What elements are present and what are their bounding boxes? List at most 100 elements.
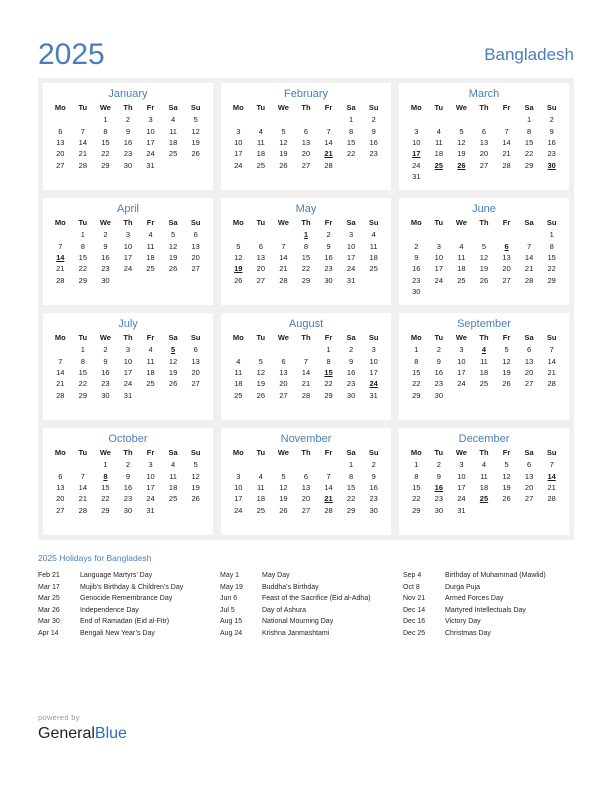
day-cell[interactable]: 8: [72, 240, 95, 251]
day-cell[interactable]: 27: [49, 160, 72, 171]
day-cell[interactable]: 4: [250, 125, 273, 136]
day-cell[interactable]: 2: [117, 114, 140, 125]
day-cell[interactable]: 1: [340, 114, 363, 125]
day-cell[interactable]: 10: [117, 355, 140, 366]
day-cell[interactable]: 22: [72, 378, 95, 389]
day-cell-holiday[interactable]: 21: [317, 148, 340, 159]
day-cell[interactable]: 30: [428, 390, 451, 401]
day-cell-holiday[interactable]: 21: [317, 493, 340, 504]
day-cell[interactable]: 28: [540, 378, 563, 389]
footer-logo[interactable]: powered by GeneralBlue: [38, 712, 127, 744]
day-cell[interactable]: 30: [340, 390, 363, 401]
day-cell[interactable]: 3: [117, 344, 140, 355]
day-cell[interactable]: 11: [428, 137, 451, 148]
day-cell[interactable]: 7: [72, 470, 95, 481]
day-cell[interactable]: 15: [405, 482, 428, 493]
day-cell[interactable]: 3: [227, 125, 250, 136]
day-cell[interactable]: 23: [117, 493, 140, 504]
day-cell-holiday[interactable]: 25: [473, 493, 496, 504]
day-cell[interactable]: 8: [72, 355, 95, 366]
day-cell[interactable]: 13: [518, 470, 541, 481]
day-cell-holiday[interactable]: 4: [473, 344, 496, 355]
day-cell[interactable]: 20: [49, 148, 72, 159]
day-cell[interactable]: 6: [295, 470, 318, 481]
day-cell[interactable]: 12: [473, 252, 496, 263]
day-cell[interactable]: 15: [518, 137, 541, 148]
day-cell[interactable]: 22: [94, 493, 117, 504]
day-cell[interactable]: 26: [184, 493, 207, 504]
day-cell[interactable]: 25: [139, 263, 162, 274]
day-cell[interactable]: 2: [94, 229, 117, 240]
day-cell[interactable]: 23: [428, 378, 451, 389]
day-cell[interactable]: 5: [473, 240, 496, 251]
day-cell[interactable]: 15: [340, 482, 363, 493]
day-cell[interactable]: 7: [518, 240, 541, 251]
day-cell[interactable]: 28: [49, 275, 72, 286]
day-cell[interactable]: 21: [72, 493, 95, 504]
day-cell[interactable]: 21: [72, 148, 95, 159]
day-cell[interactable]: 23: [94, 263, 117, 274]
day-cell[interactable]: 5: [184, 459, 207, 470]
day-cell[interactable]: 21: [49, 263, 72, 274]
day-cell[interactable]: 1: [518, 114, 541, 125]
day-cell[interactable]: 23: [340, 378, 363, 389]
day-cell[interactable]: 22: [540, 263, 563, 274]
day-cell[interactable]: 22: [405, 378, 428, 389]
day-cell[interactable]: 21: [518, 263, 541, 274]
day-cell[interactable]: 3: [227, 470, 250, 481]
day-cell[interactable]: 11: [227, 367, 250, 378]
day-cell[interactable]: 22: [295, 263, 318, 274]
day-cell[interactable]: 7: [540, 344, 563, 355]
day-cell[interactable]: 13: [49, 137, 72, 148]
day-cell[interactable]: 31: [139, 160, 162, 171]
day-cell[interactable]: 26: [184, 148, 207, 159]
day-cell[interactable]: 28: [518, 275, 541, 286]
day-cell[interactable]: 7: [495, 125, 518, 136]
day-cell[interactable]: 1: [340, 459, 363, 470]
day-cell[interactable]: 7: [72, 125, 95, 136]
day-cell[interactable]: 27: [272, 390, 295, 401]
day-cell[interactable]: 9: [117, 125, 140, 136]
day-cell[interactable]: 14: [317, 137, 340, 148]
day-cell[interactable]: 27: [184, 378, 207, 389]
day-cell[interactable]: 28: [49, 390, 72, 401]
day-cell[interactable]: 3: [139, 114, 162, 125]
day-cell[interactable]: 31: [450, 505, 473, 516]
day-cell[interactable]: 3: [340, 229, 363, 240]
day-cell[interactable]: 11: [162, 470, 185, 481]
day-cell[interactable]: 18: [473, 367, 496, 378]
day-cell[interactable]: 28: [495, 160, 518, 171]
day-cell[interactable]: 17: [117, 252, 140, 263]
day-cell[interactable]: 6: [49, 125, 72, 136]
day-cell[interactable]: 18: [162, 482, 185, 493]
day-cell[interactable]: 24: [450, 493, 473, 504]
day-cell[interactable]: 28: [540, 493, 563, 504]
day-cell[interactable]: 26: [162, 378, 185, 389]
day-cell[interactable]: 9: [340, 355, 363, 366]
day-cell[interactable]: 12: [184, 470, 207, 481]
day-cell[interactable]: 16: [540, 137, 563, 148]
day-cell[interactable]: 19: [250, 378, 273, 389]
day-cell[interactable]: 20: [295, 148, 318, 159]
day-cell[interactable]: 13: [473, 137, 496, 148]
day-cell[interactable]: 16: [117, 137, 140, 148]
day-cell[interactable]: 2: [362, 459, 385, 470]
day-cell[interactable]: 11: [139, 355, 162, 366]
day-cell[interactable]: 27: [518, 378, 541, 389]
day-cell[interactable]: 5: [272, 470, 295, 481]
day-cell[interactable]: 15: [94, 482, 117, 493]
day-cell[interactable]: 31: [405, 171, 428, 182]
day-cell[interactable]: 18: [227, 378, 250, 389]
day-cell[interactable]: 25: [450, 275, 473, 286]
day-cell[interactable]: 13: [495, 252, 518, 263]
day-cell[interactable]: 24: [227, 160, 250, 171]
day-cell-holiday[interactable]: 25: [428, 160, 451, 171]
day-cell[interactable]: 11: [139, 240, 162, 251]
day-cell[interactable]: 25: [473, 378, 496, 389]
day-cell[interactable]: 29: [295, 275, 318, 286]
day-cell[interactable]: 1: [72, 229, 95, 240]
day-cell[interactable]: 30: [405, 286, 428, 297]
day-cell[interactable]: 30: [362, 505, 385, 516]
day-cell[interactable]: 28: [317, 505, 340, 516]
day-cell[interactable]: 31: [340, 275, 363, 286]
